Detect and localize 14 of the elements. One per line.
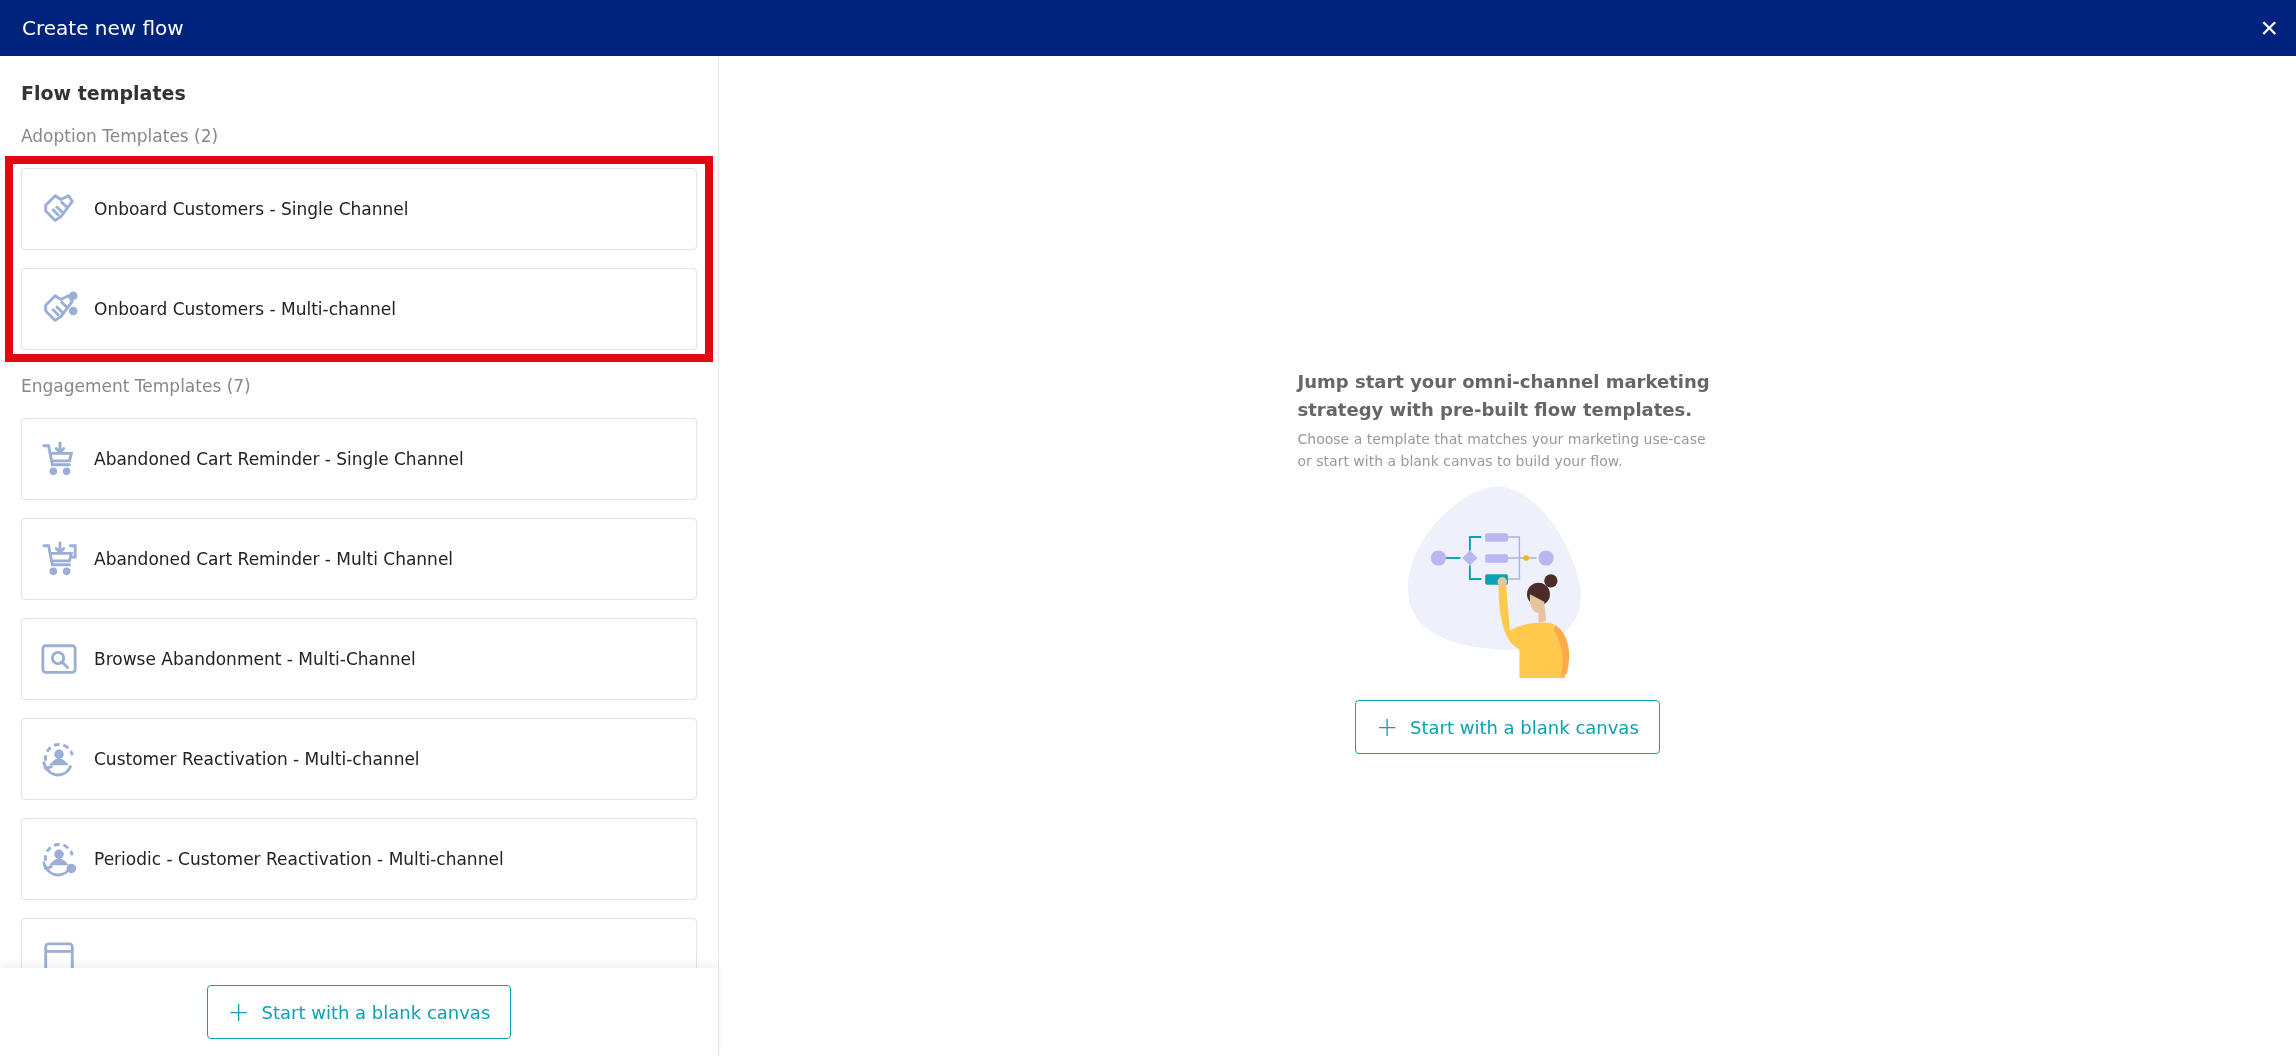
sidebar-title: Flow templates <box>21 82 187 104</box>
intro-description: Choose a template that matches your marketing use-case or start with a blank canvas to build your flow. <box>1297 429 1707 471</box>
template-card[interactable]: Abandoned Cart Reminder - Single Channel <box>21 418 697 500</box>
group-label: Adoption Templates (2) <box>21 126 220 146</box>
intro-heading: Jump start your omni-channel marketing strategy with pre-built flow templates. <box>1297 369 1711 422</box>
template-card[interactable]: Customer Reactivation - Multi-channel <box>21 718 697 800</box>
template-card[interactable]: Periodic - Customer Reactivation - Multi-channel <box>21 818 697 900</box>
template-card[interactable]: Onboard Customers - Single Channel <box>21 168 697 250</box>
template-card[interactable]: Browse Abandonment - Multi-Channel <box>21 618 697 700</box>
template-card[interactable]: Abandoned Cart Reminder - Multi Channel <box>21 518 697 600</box>
template-card[interactable]: Onboard Customers - Multi-channel <box>21 268 697 350</box>
close-button[interactable]: × <box>2254 13 2284 43</box>
window-title: Create new flow <box>22 16 184 40</box>
group-label: Engagement Templates (7) <box>21 376 252 396</box>
